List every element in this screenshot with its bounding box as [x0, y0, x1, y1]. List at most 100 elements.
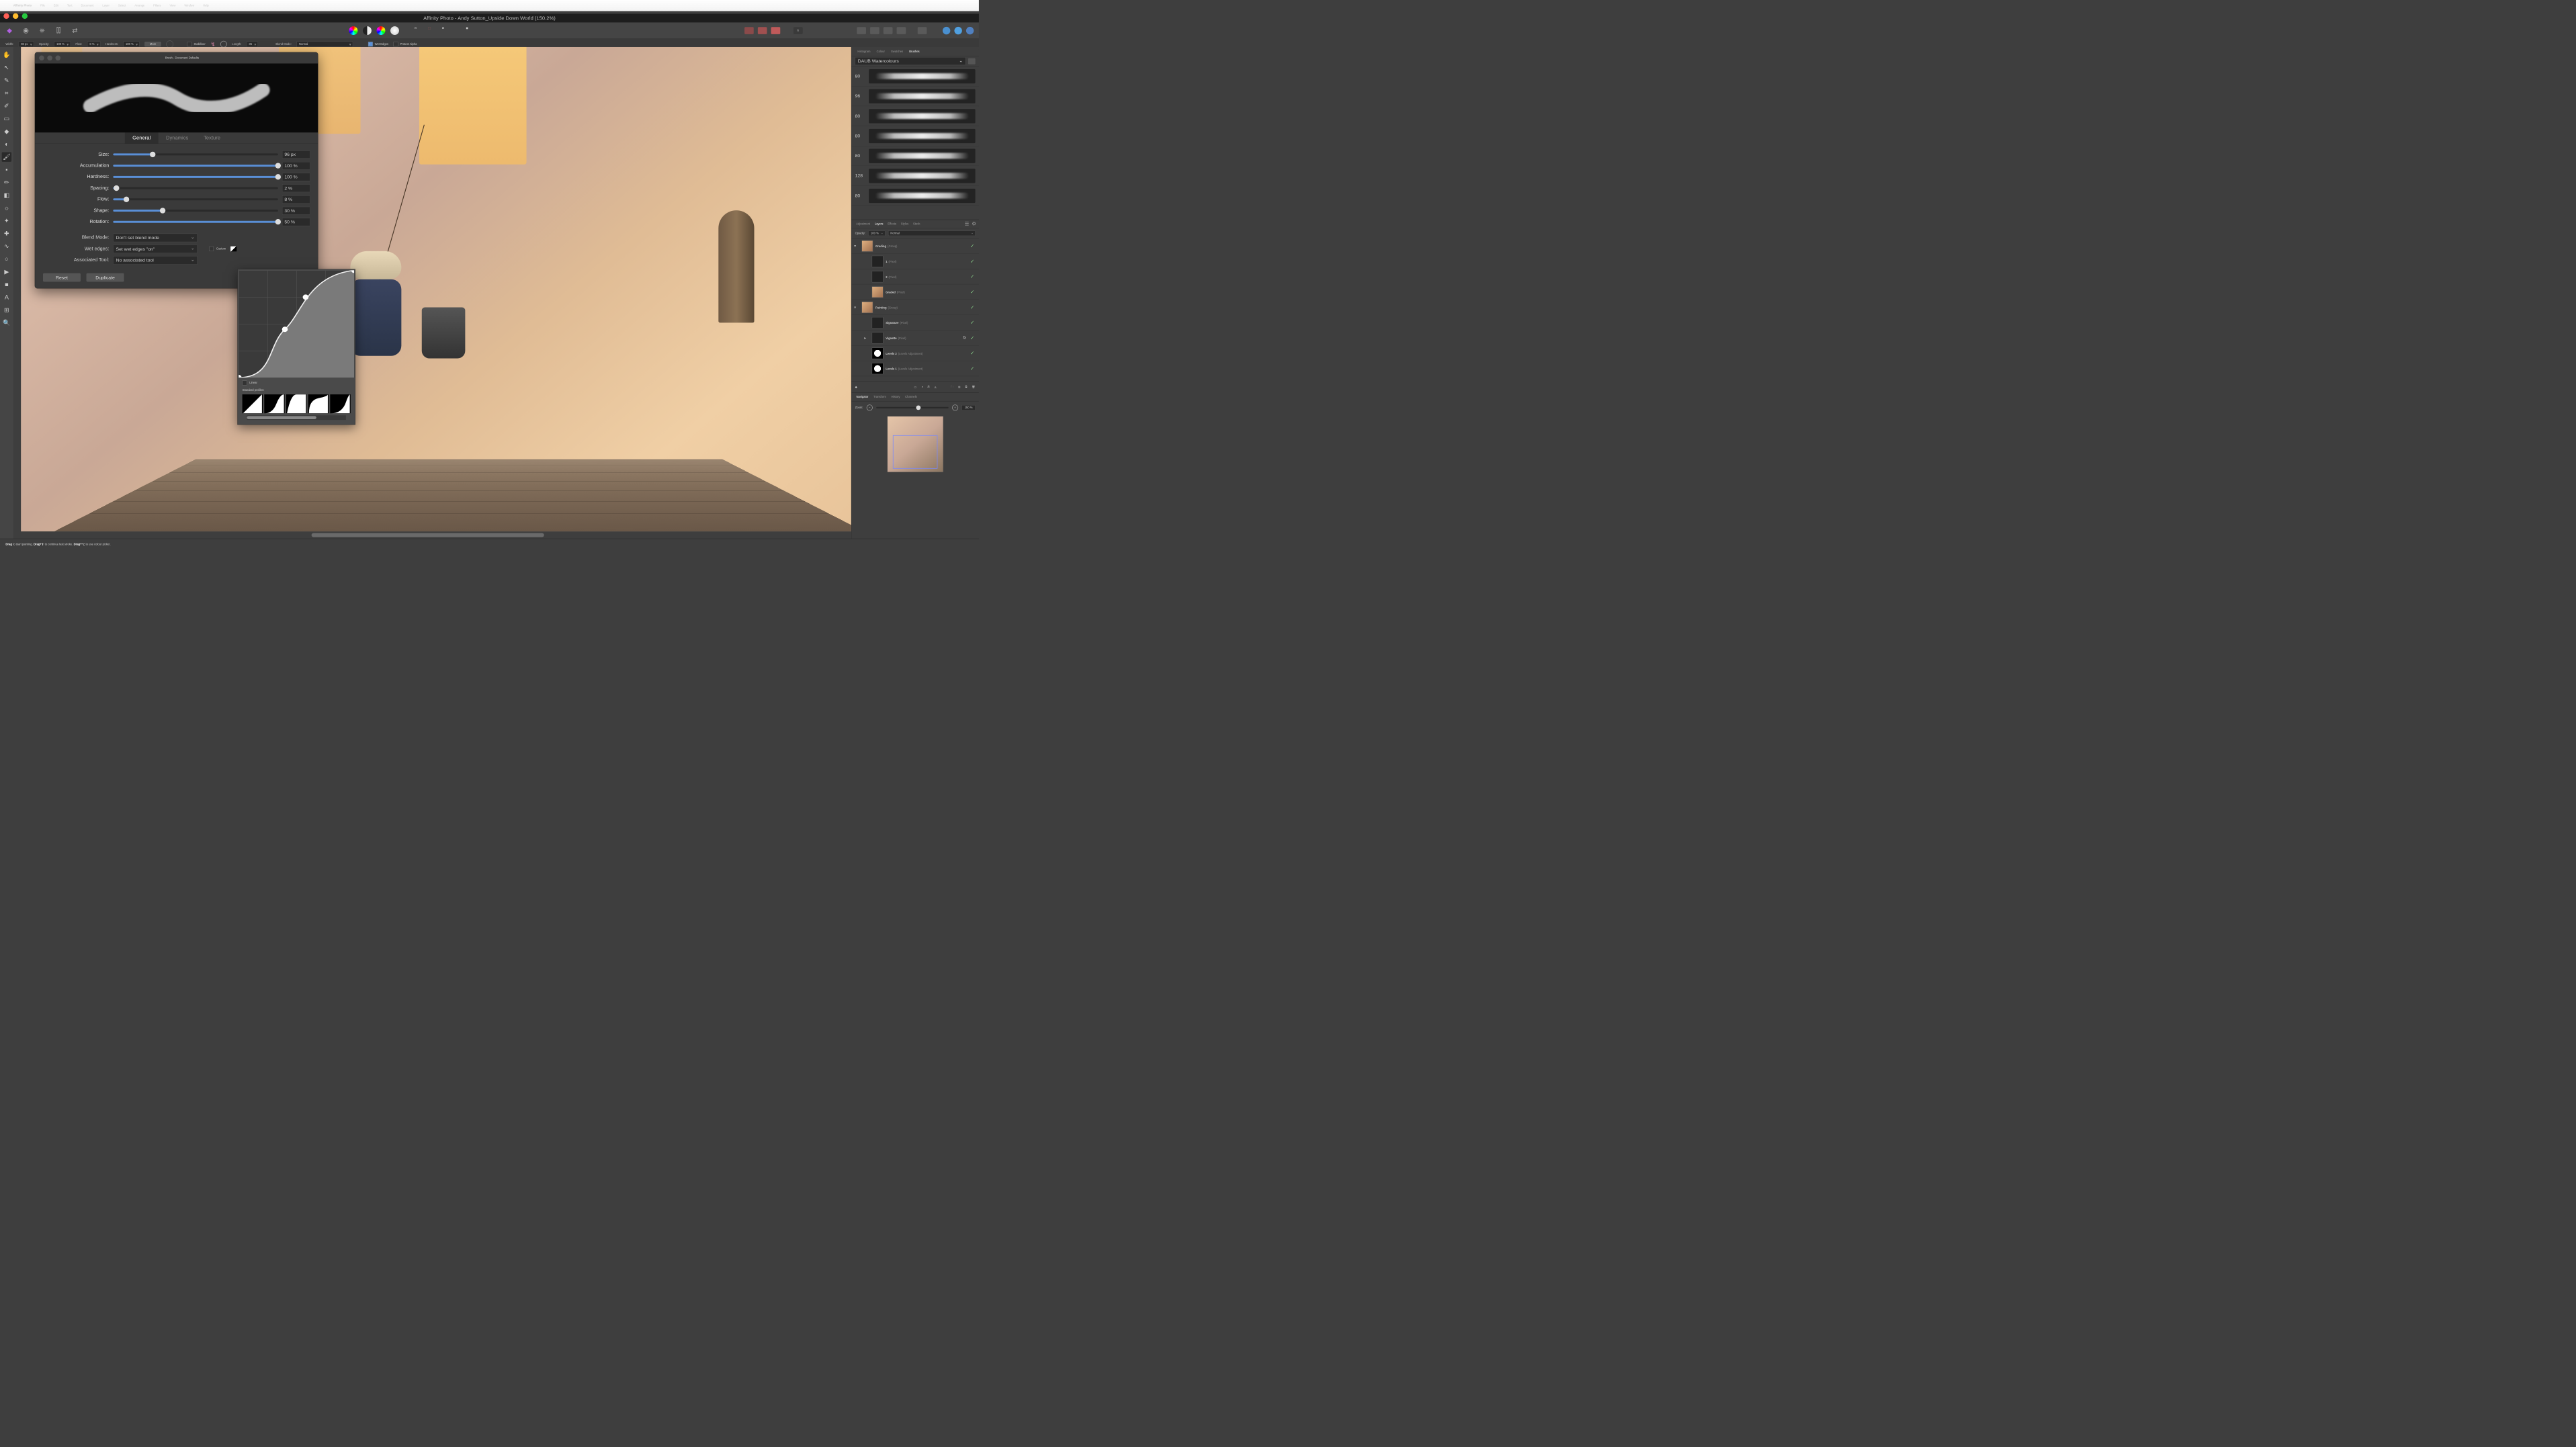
crop-tool[interactable]: ⌗: [2, 88, 11, 97]
paint-brush-tool[interactable]: 🖌: [2, 152, 11, 161]
profile-3[interactable]: [286, 394, 306, 413]
brush-preset-4[interactable]: 80: [851, 146, 979, 166]
selection-brush-tool[interactable]: ✐: [2, 101, 11, 110]
horizontal-scrollbar[interactable]: [21, 531, 851, 539]
tab-adjustment[interactable]: Adjustment: [854, 222, 872, 226]
zoom-field[interactable]: 150 %: [961, 405, 975, 410]
color-bw-icon[interactable]: [363, 26, 372, 35]
layer-visible-check[interactable]: ✓: [970, 289, 976, 296]
color-wheel-icon[interactable]: [377, 26, 386, 35]
layer-row-7[interactable]: Levels 2 (Levels Adjustment)✓: [851, 346, 979, 361]
delete-layer-icon[interactable]: 🗑: [972, 386, 975, 389]
param-slider-4[interactable]: [113, 198, 277, 200]
profile-1[interactable]: [243, 394, 263, 413]
arrange-back-icon[interactable]: [857, 27, 866, 34]
zoom-out-icon[interactable]: −: [867, 404, 873, 410]
cloud-icon[interactable]: [954, 27, 961, 34]
wet-edges-dropdown[interactable]: Set wet edges "on": [113, 245, 197, 253]
layer-row-2[interactable]: 2 (Pixel)✓: [851, 269, 979, 285]
erase-brush-tool[interactable]: ◧: [2, 190, 11, 200]
pen-tool[interactable]: ▶: [2, 267, 11, 276]
layer-row-6[interactable]: ▸Vignette (Pixel)fx✓: [851, 331, 979, 346]
tab-history[interactable]: History: [889, 395, 902, 398]
quick-mask-icon[interactable]: ◼: [466, 26, 475, 35]
mac-menu-bar[interactable]: Affinity Photo File Edit Text Document L…: [0, 0, 979, 11]
selection-none-icon[interactable]: ⊡: [415, 26, 423, 35]
merge-icon[interactable]: ⧉: [965, 386, 967, 389]
param-slider-6[interactable]: [113, 221, 277, 223]
menu-window[interactable]: Window: [184, 4, 194, 7]
arrange-backward-icon[interactable]: [870, 27, 879, 34]
photo-persona-icon[interactable]: ◆: [5, 26, 14, 35]
tab-styles[interactable]: Styles: [899, 222, 910, 226]
tab-stock[interactable]: Stock: [911, 222, 922, 226]
text-tool[interactable]: A: [2, 292, 11, 302]
tab-texture[interactable]: Texture: [196, 132, 228, 143]
menu-document[interactable]: Document: [81, 4, 93, 7]
brush-editor-dialog[interactable]: Brush - Document Defaults General Dynami…: [35, 52, 318, 289]
profile-2[interactable]: [264, 394, 284, 413]
stabiliser-check[interactable]: Stabiliser: [187, 42, 206, 46]
hand-tool[interactable]: ✋: [2, 50, 11, 59]
layer-row-5[interactable]: Signature (Pixel)✓: [851, 315, 979, 331]
snapping-grid-icon[interactable]: [744, 27, 754, 34]
tab-general[interactable]: General: [125, 132, 159, 143]
param-slider-3[interactable]: [113, 187, 277, 189]
brush-view-icon[interactable]: [968, 58, 976, 64]
tab-layers[interactable]: Layers: [873, 222, 886, 226]
navigator-preview[interactable]: [851, 414, 979, 538]
assistant-icon[interactable]: ℹ: [793, 27, 803, 34]
brush-preset-5[interactable]: 128: [851, 166, 979, 186]
flow-field[interactable]: 8 %: [87, 41, 100, 46]
flood-fill-tool[interactable]: ◆: [2, 126, 11, 136]
pixel-tool[interactable]: ▪: [2, 165, 11, 174]
gradient-tool[interactable]: ◐: [2, 139, 11, 148]
layer-row-1[interactable]: 1 (Pixel)✓: [851, 254, 979, 269]
rectangle-tool[interactable]: ■: [2, 279, 11, 289]
layer-visible-check[interactable]: ✓: [970, 273, 976, 280]
param-slider-0[interactable]: [113, 153, 277, 155]
layer-row-3[interactable]: Graded (Pixel)✓: [851, 284, 979, 300]
layers-prefs-icon[interactable]: ☰: [963, 220, 970, 227]
paint-mixer-brush-tool[interactable]: ✏: [2, 177, 11, 187]
menu-edit[interactable]: Edit: [54, 4, 58, 7]
selection-refine-icon[interactable]: ⊠: [442, 26, 451, 35]
brush-category-dropdown[interactable]: DAUB Watercolours: [855, 57, 966, 65]
tab-dynamics[interactable]: Dynamics: [159, 132, 196, 143]
param-slider-1[interactable]: [113, 165, 277, 167]
layers-settings-icon[interactable]: ⚙: [970, 220, 976, 227]
add-pixel-layer-icon[interactable]: ⊞: [958, 386, 961, 389]
color-format-icon[interactable]: [349, 26, 357, 35]
fx-layer-icon[interactable]: fx: [928, 386, 930, 389]
account-icon[interactable]: [943, 27, 950, 34]
menu-file[interactable]: File: [40, 4, 45, 7]
duplicate-button[interactable]: Duplicate: [86, 273, 124, 282]
param-value-1[interactable]: 100 %: [282, 162, 310, 170]
brush-preset-3[interactable]: 80: [851, 126, 979, 146]
protect-alpha-check[interactable]: Protect Alpha: [394, 42, 417, 46]
layer-visible-check[interactable]: ✓: [970, 258, 976, 265]
layer-visible-check[interactable]: ✓: [970, 304, 976, 311]
width-field[interactable]: 96 px: [19, 41, 34, 46]
group-icon[interactable]: 🗀: [951, 384, 953, 389]
brush-preset-1[interactable]: 96: [851, 86, 979, 106]
move-tool[interactable]: ↖: [2, 62, 11, 72]
layer-row-4[interactable]: ▾Painting (Group)✓: [851, 300, 979, 315]
tab-histogram[interactable]: Histogram: [855, 50, 873, 53]
menu-select[interactable]: Select: [118, 4, 126, 7]
layer-visible-check[interactable]: ✓: [970, 335, 976, 341]
linear-check[interactable]: Linear: [238, 379, 355, 388]
tone-map-persona-icon[interactable]: ⫿⫿: [54, 26, 63, 35]
develop-persona-icon[interactable]: ⎈: [38, 26, 46, 35]
reset-button[interactable]: Reset: [42, 273, 81, 282]
blend-mode-field[interactable]: Normal: [296, 41, 353, 46]
param-value-2[interactable]: 100 %: [282, 173, 310, 181]
zoom-slider[interactable]: [876, 407, 948, 408]
curve-editor[interactable]: [239, 270, 354, 378]
color-picker-tool[interactable]: ✎: [2, 75, 11, 85]
param-value-6[interactable]: 50 %: [282, 218, 310, 226]
param-value-4[interactable]: 8 %: [282, 195, 310, 204]
blend-ranges-icon[interactable]: ◆: [855, 386, 857, 389]
menu-filters[interactable]: Filters: [153, 4, 161, 7]
dialog-traffic-lights[interactable]: [39, 55, 60, 60]
